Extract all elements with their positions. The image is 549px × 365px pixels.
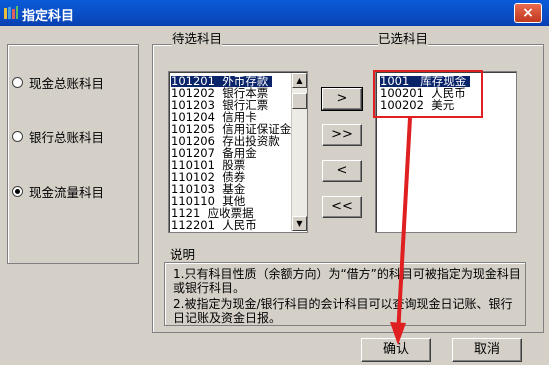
add-all-button[interactable]: >> [322,124,362,146]
scroll-down-icon[interactable]: ▼ [292,216,307,231]
scroll-up-icon[interactable]: ▲ [292,73,307,88]
cancel-button[interactable]: 取消 [452,338,522,362]
radio-label: 银行总账科目 [29,129,105,145]
radio-bank-general[interactable]: 银行总账科目 [12,127,104,145]
radio-label: 现金流量科目 [29,184,105,200]
remove-one-button[interactable]: < [322,160,362,182]
selected-list-label: 已选科目 [378,28,429,47]
window-title: 指定科目 [22,9,75,24]
close-button[interactable]: × [514,3,542,23]
list-item[interactable]: 112201 人民币 [171,219,257,231]
available-listbox[interactable]: 101201 外币存款 101202 银行本票 101203 银行汇票 1012… [168,71,308,233]
close-icon: × [522,5,534,21]
available-scrollbar[interactable]: ▲ ▼ [291,73,307,231]
description-label: 说明 [170,244,196,263]
add-one-button[interactable]: > [321,87,363,111]
app-icon [4,6,18,19]
subject-type-panel: 现金总账科目 银行总账科目 现金流量科目 [7,44,139,264]
selected-listbox[interactable]: 1001 库存现金 100201 人民币 100202 美元 [375,71,517,233]
description-line-2: 2.被指定为现金/银行科目的会计科目可以查询现金日记账、银行日记账及资金日报。 [173,297,513,325]
radio-cash-general[interactable]: 现金总账科目 [12,73,104,91]
available-list-label: 待选科目 [172,28,223,47]
list-item[interactable]: 100202 美元 [380,99,454,111]
radio-button[interactable] [12,130,23,142]
description-line-1: 1.只有科目性质（余额方向）为“借方”的科目可被指定为现金科目或银行科目。 [173,267,521,295]
remove-all-button[interactable]: << [322,196,362,218]
radio-label: 现金总账科目 [29,75,105,91]
title-bar: 指定科目 × [0,0,549,26]
radio-button-checked[interactable] [12,185,23,197]
radio-cash-flow[interactable]: 现金流量科目 [12,182,104,200]
ok-button[interactable]: 确认 [361,338,431,362]
description-box: 1.只有科目性质（余额方向）为“借方”的科目可被指定为现金科目或银行科目。 2.… [164,262,526,326]
radio-button[interactable] [12,76,23,88]
scroll-thumb[interactable] [292,93,307,109]
